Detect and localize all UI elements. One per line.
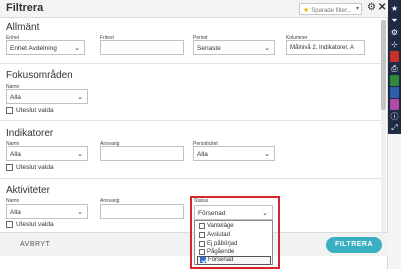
indicator-manager-input[interactable] xyxy=(100,146,184,161)
period-value: Senaste xyxy=(197,45,221,52)
star-icon[interactable]: ★ xyxy=(389,3,400,14)
background-area xyxy=(388,134,401,269)
checkbox-box[interactable] xyxy=(6,107,13,114)
chevron-down-icon: ⌄ xyxy=(77,151,83,158)
periodicity-select[interactable]: Alla ⌄ xyxy=(193,146,275,161)
chevron-down-icon: ▾ xyxy=(355,6,359,12)
focus-exclude-checkbox[interactable]: Uteslut valda xyxy=(6,107,54,114)
columns-value: Målnivå 2, Indikatorer, A xyxy=(290,45,355,51)
presentation-icon[interactable] xyxy=(390,99,399,110)
filter-dialog: Filtrera ★ Sparade filter... ▾ ⚙ ✕ Allmän… xyxy=(0,0,388,269)
section-title-focus-areas: Fokusområden xyxy=(6,70,73,81)
columns-select[interactable]: Målnivå 2, Indikatorer, A xyxy=(286,40,365,55)
star-icon: ★ xyxy=(303,7,310,14)
chevron-down-icon: ⌄ xyxy=(74,45,80,52)
checkbox-box[interactable] xyxy=(6,221,13,228)
checkbox-box[interactable] xyxy=(6,164,13,171)
section-divider xyxy=(0,63,381,64)
funnel-icon[interactable]: ⏷ xyxy=(389,15,400,26)
indicator-exclude-label: Uteslut valda xyxy=(16,164,54,171)
unit-value: Enhet Avdelning xyxy=(10,45,57,52)
activity-name-value: Alla xyxy=(10,209,21,216)
dialog-header: Filtrera ★ Sparade filter... ▾ ⚙ ✕ xyxy=(0,0,388,18)
chevron-down-icon: ⌄ xyxy=(264,45,270,52)
indicator-exclude-checkbox[interactable]: Uteslut valda xyxy=(6,164,54,171)
print-icon[interactable]: ⎙ xyxy=(389,63,400,74)
activity-exclude-checkbox[interactable]: Uteslut valda xyxy=(6,221,54,228)
word-icon[interactable] xyxy=(390,87,399,98)
excel-icon[interactable] xyxy=(390,75,399,86)
gear-icon[interactable]: ⚙ xyxy=(389,27,400,38)
focus-name-select[interactable]: Alla ⌄ xyxy=(6,89,88,104)
info-icon[interactable]: ⓘ xyxy=(389,111,400,122)
indicator-name-value: Alla xyxy=(10,151,21,158)
activity-name-select[interactable]: Alla ⌄ xyxy=(6,204,88,219)
unit-select[interactable]: Enhet Avdelning ⌄ xyxy=(6,40,85,55)
indicator-name-select[interactable]: Alla ⌄ xyxy=(6,146,88,161)
chevron-down-icon: ⌄ xyxy=(77,94,83,101)
status-highlight-box xyxy=(190,196,280,269)
section-title-activities: Aktiviteter xyxy=(6,185,50,196)
cancel-button[interactable]: AVBRYT xyxy=(20,241,50,248)
periodicity-value: Alla xyxy=(197,151,208,158)
dialog-title: Filtrera xyxy=(6,2,44,14)
section-divider xyxy=(0,120,381,121)
scrollbar-thumb[interactable] xyxy=(381,20,386,110)
section-divider xyxy=(0,178,381,179)
section-title-indicators: Indikatorer xyxy=(6,128,54,139)
saved-filters-select[interactable]: ★ Sparade filter... ▾ xyxy=(299,3,362,15)
focus-name-value: Alla xyxy=(10,94,21,101)
pdf-icon[interactable] xyxy=(390,51,399,62)
gear-icon[interactable]: ⚙ xyxy=(367,2,376,14)
period-select[interactable]: Senaste ⌄ xyxy=(193,40,275,55)
saved-filters-placeholder: Sparade filter... xyxy=(311,8,352,14)
activity-manager-input[interactable] xyxy=(100,204,184,219)
expand-icon[interactable]: ⤢ xyxy=(389,122,400,133)
right-toolbar: ★ ⏷ ⚙ ⊹ ⎙ ⓘ ⤢ xyxy=(388,0,401,134)
scrollbar[interactable] xyxy=(381,20,386,232)
activity-exclude-label: Uteslut valda xyxy=(16,221,54,228)
chevron-down-icon: ⌄ xyxy=(264,151,270,158)
focus-exclude-label: Uteslut valda xyxy=(16,107,54,114)
chevron-down-icon: ⌄ xyxy=(77,209,83,216)
apply-filter-button[interactable]: FILTRERA xyxy=(326,237,382,253)
section-title-general: Allmänt xyxy=(6,22,40,33)
free-text-input[interactable] xyxy=(100,40,184,55)
close-icon[interactable]: ✕ xyxy=(378,2,386,14)
hierarchy-icon[interactable]: ⊹ xyxy=(389,39,400,50)
